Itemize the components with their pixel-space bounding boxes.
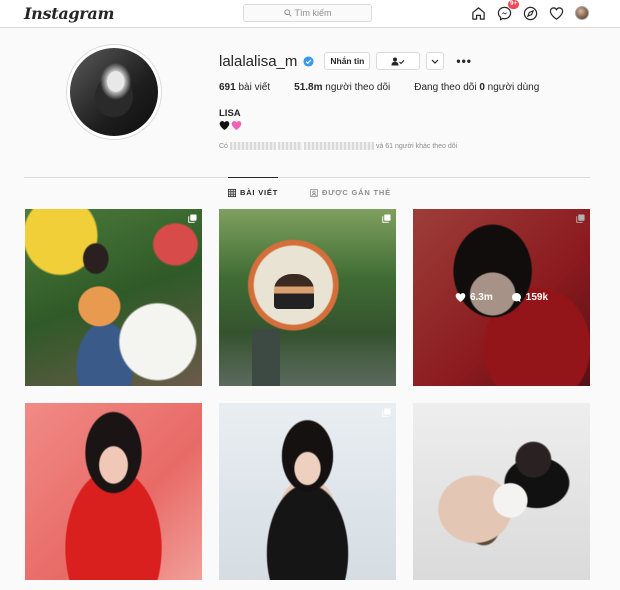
avatar	[575, 6, 589, 20]
posts-count: 691 bài viết	[219, 82, 271, 93]
notification-badge: 9+	[508, 0, 519, 9]
username: lalalalisa_m	[219, 52, 298, 70]
search-placeholder: Tìm kiếm	[294, 8, 332, 18]
black-heart-icon	[219, 121, 230, 130]
tagged-person-icon	[310, 188, 318, 197]
comments-count: 159k	[511, 292, 548, 303]
bio	[219, 120, 242, 131]
post-thumbnail[interactable]	[219, 209, 396, 386]
profile-photo	[70, 48, 158, 136]
blurred-username	[229, 142, 276, 150]
post-thumbnail[interactable]	[25, 403, 202, 580]
multiple-photos-icon	[188, 214, 197, 223]
home-icon[interactable]	[470, 5, 486, 21]
blurred-username	[277, 142, 302, 150]
search-input[interactable]: Tìm kiếm	[243, 4, 372, 22]
heart-icon	[455, 293, 466, 302]
followers-count[interactable]: 51.8m người theo dõi	[294, 82, 390, 93]
profile-stats: 691 bài viết 51.8m người theo dõi Đang t…	[219, 82, 539, 93]
blurred-username	[303, 142, 374, 150]
post-thumbnail[interactable]	[413, 403, 590, 580]
comment-icon	[511, 293, 521, 302]
following-count[interactable]: Đang theo dõi 0 người dùng	[414, 82, 539, 93]
post-hover-overlay: 6.3m 159k	[413, 209, 590, 386]
following-button[interactable]	[376, 52, 421, 70]
post-thumbnail[interactable]	[219, 403, 396, 580]
post-thumbnail[interactable]: 6.3m 159k	[413, 209, 590, 386]
profile-picture[interactable]	[66, 44, 162, 140]
post-thumbnail[interactable]	[25, 209, 202, 386]
photo-detail	[252, 329, 280, 386]
full-name: LISA	[219, 108, 241, 119]
top-nav: Instagram Tìm kiếm 9+	[0, 0, 620, 28]
tab-tagged[interactable]: ĐƯỢC GẮN THẺ	[310, 188, 391, 197]
nav-icons: 9+	[470, 0, 590, 21]
following-person-check-icon	[391, 57, 405, 65]
messenger-icon[interactable]: 9+	[496, 0, 519, 21]
followed-by[interactable]: Có và 61 người khác theo dõi	[219, 142, 457, 150]
grid-icon	[228, 188, 236, 197]
suggestions-dropdown-button[interactable]	[426, 52, 445, 70]
multiple-photos-icon	[382, 408, 391, 417]
activity-heart-icon[interactable]	[548, 5, 564, 21]
instagram-logo[interactable]: Instagram	[24, 4, 114, 23]
likes-count: 6.3m	[455, 292, 493, 303]
photo-subject	[274, 274, 314, 309]
tabs-divider	[24, 177, 590, 178]
chevron-down-icon	[431, 59, 439, 64]
pink-heart-icon	[231, 121, 242, 130]
tab-posts[interactable]: BÀI VIẾT	[228, 177, 279, 197]
search-icon	[283, 9, 292, 17]
multiple-photos-icon	[382, 214, 391, 223]
profile-avatar-nav[interactable]	[574, 5, 590, 21]
verified-badge-icon	[303, 55, 314, 67]
more-options-icon[interactable]: •••	[456, 54, 472, 68]
username-row: lalalalisa_m Nhắn tin •••	[219, 52, 472, 70]
explore-compass-icon[interactable]	[522, 5, 538, 21]
message-button[interactable]: Nhắn tin	[324, 52, 371, 70]
